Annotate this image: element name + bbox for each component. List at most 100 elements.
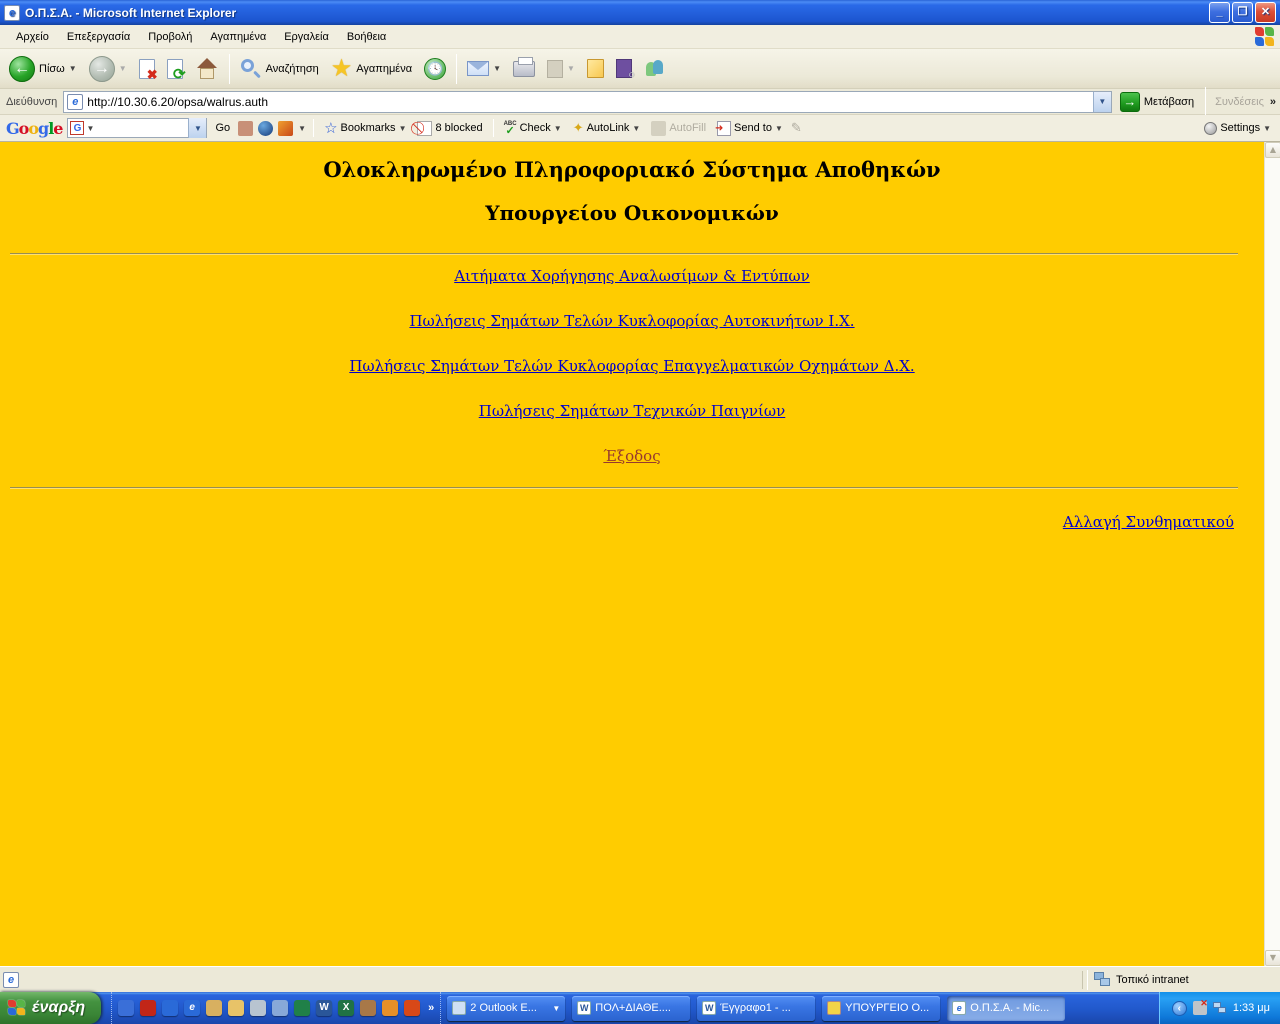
history-button[interactable]: 🕓	[419, 51, 451, 87]
link-technical-games[interactable]: Πωλήσεις Σημάτων Τεχνικών Παιγνίων	[0, 402, 1264, 420]
restore-button[interactable]: ❐	[1232, 2, 1253, 23]
task-button-1[interactable]: 2 Outlook E...▼	[447, 996, 565, 1021]
messenger-icon	[644, 59, 666, 79]
media-player-icon[interactable]	[404, 1000, 420, 1016]
task-button-3[interactable]: WΈγγραφο1 - ...	[697, 996, 815, 1021]
acdsee-icon[interactable]	[360, 1000, 376, 1016]
address-dropdown-icon[interactable]: ▼	[1093, 92, 1111, 112]
check-label: Check	[520, 122, 551, 134]
excel-icon[interactable]: X	[338, 1000, 354, 1016]
popup-blocker-button[interactable]: 8 blocked	[414, 119, 485, 138]
vertical-scrollbar[interactable]: ▲ ▼	[1264, 142, 1280, 966]
internet-explorer-icon[interactable]: e	[184, 1000, 200, 1016]
favorites-star-icon: ★	[331, 58, 353, 80]
quick-launch-chevron-icon[interactable]: »	[428, 1002, 434, 1014]
back-dropdown-icon[interactable]: ▼	[69, 64, 77, 73]
popup-blocked-icon	[417, 121, 432, 136]
page-title-line2: Υπουργείου Οικονομικών	[0, 201, 1264, 225]
sendto-button[interactable]: Send to ▼	[714, 119, 786, 138]
favorites-button[interactable]: ★ Αγαπημένα	[326, 51, 417, 87]
bookmarks-dropdown-icon: ▼	[399, 124, 407, 133]
outlook-icon[interactable]	[272, 1000, 288, 1016]
favorites-label: Αγαπημένα	[356, 63, 412, 75]
mail-dropdown-icon[interactable]: ▼	[493, 64, 501, 73]
start-button[interactable]: έναρξη	[0, 992, 101, 1024]
menu-view[interactable]: Προβολή	[140, 28, 200, 46]
word-icon[interactable]: W	[316, 1000, 332, 1016]
task-button-5[interactable]: eΟ.Π.Σ.Α. - Mic...	[947, 996, 1065, 1021]
network-icon[interactable]	[1213, 1001, 1227, 1015]
search-button[interactable]: Αναζήτηση	[235, 51, 324, 87]
autolink-button[interactable]: ✦ AutoLink ▼	[570, 118, 644, 138]
screen: e Ο.Π.Σ.Α. - Microsoft Internet Explorer…	[0, 0, 1280, 1024]
menu-edit[interactable]: Επεξεργασία	[59, 28, 138, 46]
spellcheck-button[interactable]: ABC✓ Check ▼	[501, 119, 565, 138]
page-icon: e	[67, 94, 83, 110]
outlook-express-icon[interactable]	[206, 1000, 222, 1016]
title-bar: e Ο.Π.Σ.Α. - Microsoft Internet Explorer…	[0, 0, 1280, 25]
stop-button[interactable]: ✖	[134, 51, 160, 87]
sketchup-icon[interactable]	[278, 121, 293, 136]
menu-file[interactable]: Αρχείο	[8, 28, 57, 46]
address-combo[interactable]: e http://10.30.6.20/opsa/walrus.auth ▼	[63, 91, 1112, 113]
volume-muted-icon[interactable]	[1193, 1001, 1207, 1015]
link-exit[interactable]: Έξοδος	[0, 447, 1264, 465]
google-tools-dropdown-icon[interactable]: ▼	[298, 124, 306, 133]
home-button[interactable]	[190, 51, 224, 87]
research-button[interactable]	[611, 51, 637, 87]
messenger-button[interactable]	[639, 51, 671, 87]
word-task-icon: W	[577, 1001, 591, 1015]
settings-button[interactable]: Settings ▼	[1201, 120, 1274, 137]
print-icon	[513, 61, 535, 77]
link-consumables-requests[interactable]: Αιτήματα Χορήγησης Αναλωσίμων & Εντύπων	[0, 267, 1264, 285]
history-clock-icon: 🕓	[424, 58, 446, 80]
menu-help[interactable]: Βοήθεια	[339, 28, 394, 46]
globe-app-icon[interactable]	[294, 1000, 310, 1016]
send-page-icon[interactable]	[238, 121, 253, 136]
scroll-down-icon[interactable]: ▼	[1265, 950, 1280, 966]
address-input[interactable]: http://10.30.6.20/opsa/walrus.auth	[87, 95, 1089, 109]
go-button[interactable]: → Μετάβαση	[1116, 90, 1198, 114]
highlighter-icon: ✎	[791, 120, 802, 136]
googlebar-separator	[313, 119, 314, 137]
google-search-dropdown-icon[interactable]: ▼	[188, 118, 206, 138]
google-search-input[interactable]: G ▼ ▼	[67, 118, 207, 138]
minimize-button[interactable]: _	[1209, 2, 1230, 23]
page-title-line1: Ολοκληρωμένο Πληροφοριακό Σύστημα Αποθηκ…	[0, 142, 1264, 182]
task-button-2[interactable]: W ΠΟΛ+ΔΙΑΘΕ....	[572, 996, 690, 1021]
scroll-up-icon[interactable]: ▲	[1265, 142, 1280, 158]
forward-button[interactable]: → ▼	[84, 51, 132, 87]
google-earth-icon[interactable]	[258, 121, 273, 136]
desktop-app-icon[interactable]	[118, 1000, 134, 1016]
menu-favorites[interactable]: Αγαπημένα	[202, 28, 274, 46]
realplayer-icon[interactable]	[140, 1000, 156, 1016]
mail-button[interactable]: ▼	[462, 51, 506, 87]
clock-app-icon[interactable]	[382, 1000, 398, 1016]
bookmarks-button[interactable]: ☆ Bookmarks ▼	[321, 117, 409, 139]
links-label[interactable]: Συνδέσεις	[1213, 96, 1266, 108]
msn-icon[interactable]	[162, 1000, 178, 1016]
discuss-button[interactable]	[582, 51, 609, 87]
menu-tools[interactable]: Εργαλεία	[276, 28, 337, 46]
googlebar-separator	[493, 119, 494, 137]
tray-chevron-icon[interactable]: ‹	[1172, 1001, 1187, 1016]
link-commercial-vehicle-fees[interactable]: Πωλήσεις Σημάτων Τελών Κυκλοφορίας Επαγγ…	[0, 357, 1264, 375]
refresh-button[interactable]: ⟳	[162, 51, 188, 87]
back-icon: ←	[9, 56, 35, 82]
security-zone-cell: Τοπικό intranet	[1087, 970, 1277, 990]
google-go-button[interactable]: Go	[212, 120, 233, 136]
notepad-icon[interactable]	[250, 1000, 266, 1016]
back-button[interactable]: ← Πίσω ▼	[4, 51, 82, 87]
link-car-circulation-fees[interactable]: Πωλήσεις Σημάτων Τελών Κυκλοφορίας Αυτοκ…	[0, 312, 1264, 330]
close-button[interactable]: ✕	[1255, 2, 1276, 23]
link-change-password[interactable]: Αλλαγή Συνθηματικού	[1063, 513, 1234, 531]
autofill-label: AutoFill	[669, 122, 706, 134]
task-button-label: ΠΟΛ+ΔΙΑΘΕ....	[595, 1002, 671, 1014]
links-chevron-icon[interactable]: »	[1270, 96, 1276, 108]
task-button-4[interactable]: ΥΠΟΥΡΓΕΙΟ Ο...	[822, 996, 940, 1021]
go-arrow-icon: →	[1120, 92, 1140, 112]
folder-icon[interactable]	[228, 1000, 244, 1016]
print-button[interactable]	[508, 51, 540, 87]
task-group-dropdown-icon[interactable]: ▼	[552, 1004, 560, 1013]
google-g-dropdown-icon[interactable]: ▼	[86, 124, 94, 133]
